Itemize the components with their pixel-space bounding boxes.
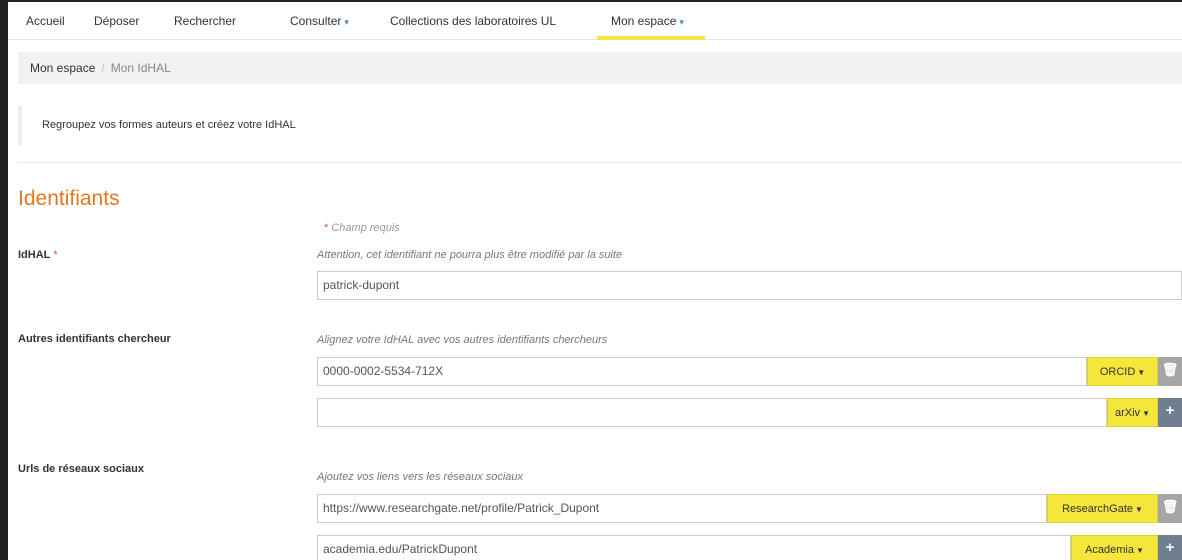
required-star: * xyxy=(53,249,58,261)
add-social-url-button[interactable]: + xyxy=(1158,535,1182,560)
caret-down-icon: ▾ xyxy=(679,17,684,27)
breadcrumb-link-mon-espace[interactable]: Mon espace xyxy=(30,61,95,75)
caret-down-icon: ▾ xyxy=(344,17,349,27)
required-note-text: Champ requis xyxy=(331,222,400,234)
nav-item-label: Mon espace xyxy=(611,14,677,28)
nav-item-consulter[interactable]: Consulter ▾ xyxy=(290,14,349,28)
delete-researchgate-button[interactable]: 🗑 xyxy=(1158,494,1182,523)
idhal-help: Attention, cet identifiant ne pourra plu… xyxy=(317,249,623,261)
social-type-dropdown-researchgate[interactable]: ResearchGate ▼ xyxy=(1047,494,1158,523)
breadcrumb-separator: / xyxy=(101,61,105,75)
top-navbar: Accueil Déposer Rechercher Consulter ▾ Co… xyxy=(8,2,1182,40)
arxiv-input[interactable] xyxy=(317,398,1107,427)
idhal-input[interactable]: patrick-dupont xyxy=(317,271,1182,300)
caret-down-icon: ▼ xyxy=(1135,505,1143,514)
idhal-label: IdHAL * xyxy=(18,249,58,261)
academia-input[interactable]: academia.edu/PatrickDupont xyxy=(317,535,1071,560)
active-tab-underline xyxy=(597,36,705,40)
section-title: Identifiants xyxy=(18,187,120,210)
plus-icon: + xyxy=(1165,539,1175,556)
add-identifier-button[interactable]: + xyxy=(1158,398,1182,427)
id-type-dropdown-orcid[interactable]: ORCID ▼ xyxy=(1087,357,1158,386)
researcher-ids-help: Alignez votre IdHAL avec vos autres iden… xyxy=(317,334,608,346)
researchgate-input[interactable]: https://www.researchgate.net/profile/Pat… xyxy=(317,494,1047,523)
caret-down-icon: ▼ xyxy=(1137,368,1146,377)
researcher-ids-label: Autres identifiants chercheur xyxy=(18,333,171,345)
id-type-dropdown-arxiv[interactable]: arXiv ▼ xyxy=(1107,398,1158,427)
breadcrumb: Mon espace / Mon IdHAL xyxy=(18,52,1182,84)
nav-item-collections[interactable]: Collections des laboratoires UL xyxy=(390,14,556,28)
required-note: * Champ requis xyxy=(324,222,400,234)
info-notice: Regroupez vos formes auteurs et créez vo… xyxy=(18,105,1182,145)
caret-down-icon: ▼ xyxy=(1142,409,1150,418)
social-urls-help: Ajoutez vos liens vers les réseaux socia… xyxy=(317,471,524,483)
social-type-dropdown-academia[interactable]: Academia ▼ xyxy=(1071,535,1158,560)
social-urls-label: Urls de réseaux sociaux xyxy=(18,463,144,475)
orcid-input[interactable]: 0000-0002-5534-712X xyxy=(317,357,1087,386)
notice-text: Regroupez vos formes auteurs et créez vo… xyxy=(42,119,296,131)
plus-icon: + xyxy=(1165,402,1175,419)
caret-down-icon: ▼ xyxy=(1136,546,1144,555)
nav-item-rechercher[interactable]: Rechercher xyxy=(174,14,236,28)
window-frame-left xyxy=(0,0,8,560)
nav-item-mon-espace[interactable]: Mon espace ▾ xyxy=(597,4,705,40)
delete-orcid-button[interactable]: 🗑 xyxy=(1158,357,1182,386)
required-star: * xyxy=(324,222,329,234)
breadcrumb-current: Mon IdHAL xyxy=(110,61,171,75)
divider xyxy=(18,162,1182,163)
trash-icon: 🗑 xyxy=(1161,499,1179,514)
nav-item-deposer[interactable]: Déposer xyxy=(94,14,139,28)
nav-item-accueil[interactable]: Accueil xyxy=(26,14,65,28)
trash-icon: 🗑 xyxy=(1161,362,1179,377)
